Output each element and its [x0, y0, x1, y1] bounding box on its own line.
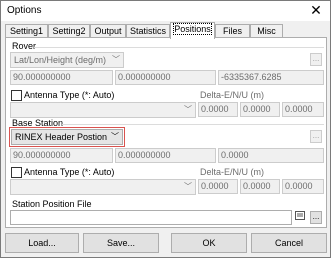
- base-antenna-select[interactable]: ﹀: [10, 179, 196, 195]
- rover-coord3-field[interactable]: -6335367.6285: [218, 70, 324, 85]
- tab-misc[interactable]: Misc: [250, 24, 283, 38]
- chevron-down-icon: ﹀: [112, 55, 120, 64]
- tab-positions[interactable]: Positions: [170, 22, 215, 39]
- tab-files[interactable]: Files: [215, 24, 250, 38]
- rover-ellipsis-button[interactable]: ...: [310, 53, 322, 66]
- title-bar: Options ✕: [1, 1, 330, 21]
- base-position-type-select[interactable]: RINEX Header Postion ﹀: [9, 127, 125, 147]
- base-antenna-label: Antenna Type (*: Auto): [24, 167, 115, 177]
- options-dialog: Options ✕ Setting1 Setting2 Output Stati…: [0, 0, 331, 258]
- window-title: Options: [7, 5, 42, 16]
- view-file-icon[interactable]: [294, 211, 306, 223]
- base-ellipsis-button[interactable]: ...: [310, 130, 322, 143]
- rover-antenna-label: Antenna Type (*: Auto): [24, 90, 115, 100]
- rover-delta-n-field[interactable]: 0.0000: [240, 102, 280, 117]
- rover-antenna-checkbox[interactable]: [11, 90, 22, 101]
- station-file-field[interactable]: [10, 210, 292, 225]
- chevron-down-icon: ﹀: [184, 182, 192, 191]
- rover-coord2-field[interactable]: 0.000000000: [115, 70, 216, 85]
- rover-heading: Rover: [12, 41, 37, 51]
- rover-coord1-field[interactable]: 90.000000000: [10, 70, 113, 85]
- base-coord3-field[interactable]: 0.0000: [218, 148, 324, 163]
- positions-panel: Rover Lat/Lon/Height (deg/m) ﹀ ... 90.000…: [5, 37, 327, 228]
- tab-statistics[interactable]: Statistics: [126, 24, 170, 38]
- base-coord1-field[interactable]: 90.000000000: [10, 148, 113, 163]
- base-heading: Base Station: [12, 118, 64, 128]
- tab-setting1[interactable]: Setting1: [5, 24, 48, 38]
- rover-delta-label: Delta-E/N/U (m): [200, 90, 265, 100]
- chevron-down-icon: ﹀: [184, 105, 192, 114]
- tab-output[interactable]: Output: [90, 24, 126, 38]
- load-button[interactable]: Load...: [5, 233, 79, 253]
- rover-delta-e-field[interactable]: 0.0000: [198, 102, 238, 117]
- base-delta-u-field[interactable]: 0.0000: [282, 179, 324, 194]
- rover-delta-u-field[interactable]: 0.0000: [282, 102, 324, 117]
- chevron-down-icon: ﹀: [111, 132, 119, 141]
- rover-antenna-select[interactable]: ﹀: [10, 102, 196, 118]
- base-coord2-field[interactable]: 0.000000000: [115, 148, 216, 163]
- base-delta-label: Delta-E/N/U (m): [200, 167, 265, 177]
- base-group-line: [62, 124, 324, 125]
- station-file-label: Station Position File: [12, 199, 92, 209]
- rover-position-type-select[interactable]: Lat/Lon/Height (deg/m) ﹀: [10, 52, 124, 68]
- base-delta-n-field[interactable]: 0.0000: [240, 179, 280, 194]
- base-antenna-checkbox[interactable]: [11, 167, 22, 178]
- rover-group-line: [34, 47, 324, 48]
- tab-setting2[interactable]: Setting2: [48, 24, 90, 38]
- tab-strip: Setting1 Setting2 Output Statistics Posi…: [5, 22, 327, 39]
- save-button[interactable]: Save...: [83, 233, 159, 253]
- close-icon[interactable]: ✕: [308, 2, 324, 18]
- station-file-ellipsis-button[interactable]: ...: [310, 211, 322, 224]
- cancel-button[interactable]: Cancel: [251, 233, 327, 253]
- base-delta-e-field[interactable]: 0.0000: [198, 179, 238, 194]
- ok-button[interactable]: OK: [171, 233, 247, 253]
